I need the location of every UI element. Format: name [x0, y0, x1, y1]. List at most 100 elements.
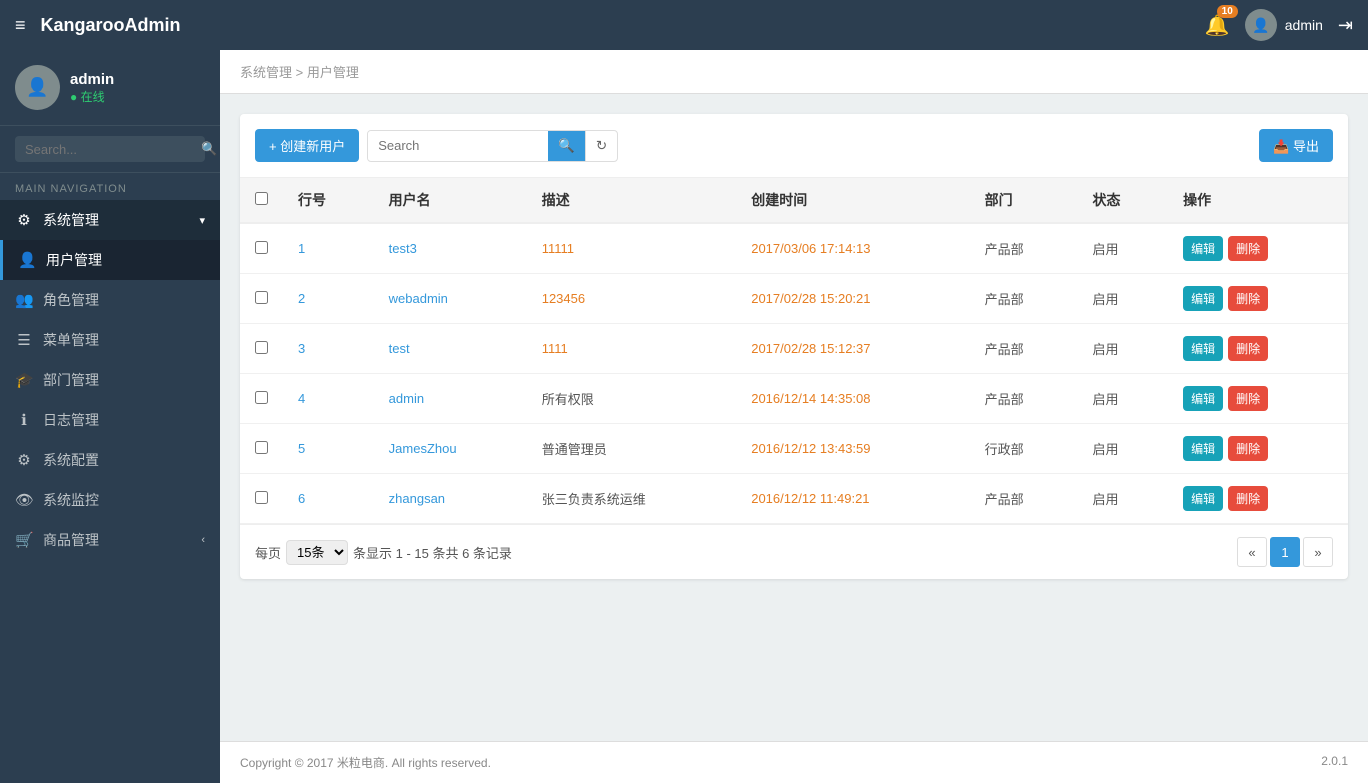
sidebar-item-label-role: 角色管理: [43, 290, 205, 310]
config-icon: ⚙: [15, 451, 33, 469]
col-status: 状态: [1077, 178, 1168, 223]
row-actions: 编辑 删除: [1168, 424, 1348, 474]
role-icon: 👥: [15, 291, 33, 309]
row-status: 启用: [1077, 324, 1168, 374]
row-id-link[interactable]: 1: [298, 241, 305, 256]
row-checkbox[interactable]: [255, 491, 268, 504]
row-checkbox[interactable]: [255, 441, 268, 454]
pagination-left: 每页 15条 30条 50条 条显示 1 - 15 条共 6 条记录: [255, 540, 512, 565]
row-id-link[interactable]: 6: [298, 491, 305, 506]
row-checkbox[interactable]: [255, 241, 268, 254]
row-created: 2017/03/06 17:14:13: [736, 223, 969, 274]
sidebar-item-log[interactable]: ℹ 日志管理: [0, 400, 220, 440]
username-link[interactable]: test: [389, 341, 410, 356]
delete-button[interactable]: 删除: [1228, 236, 1268, 261]
row-dept: 产品部: [970, 374, 1078, 424]
row-id-link[interactable]: 5: [298, 441, 305, 456]
sidebar-item-system[interactable]: ⚙ 系统管理 ▾: [0, 200, 220, 240]
footer: Copyright © 2017 米粒电商. All rights reserv…: [220, 741, 1368, 783]
row-username: webadmin: [374, 274, 527, 324]
delete-button[interactable]: 删除: [1228, 336, 1268, 361]
row-checkbox[interactable]: [255, 341, 268, 354]
sidebar-item-menu[interactable]: ☰ 菜单管理: [0, 320, 220, 360]
row-actions: 编辑 删除: [1168, 474, 1348, 524]
main-content: 系统管理 > 用户管理 + 创建新用户 🔍 ↻: [220, 50, 1368, 783]
row-id-link[interactable]: 2: [298, 291, 305, 306]
sidebar-item-role[interactable]: 👥 角色管理: [0, 280, 220, 320]
row-id-link[interactable]: 3: [298, 341, 305, 356]
user-icon: 👤: [18, 251, 36, 269]
row-id: 3: [283, 324, 374, 374]
search-input[interactable]: [368, 131, 548, 160]
nav-label: MAIN NAVIGATION: [0, 173, 220, 200]
sidebar-item-user[interactable]: 👤 用户管理: [0, 240, 220, 280]
sidebar-item-label-monitor: 系统监控: [43, 490, 205, 510]
table-row: 1 test3 11111 2017/03/06 17:14:13 产品部 启用…: [240, 223, 1348, 274]
create-user-button[interactable]: + 创建新用户: [255, 129, 359, 162]
edit-button[interactable]: 编辑: [1183, 486, 1223, 511]
bell-icon: 🔔: [1205, 15, 1230, 37]
admin-info[interactable]: 👤 admin: [1245, 9, 1323, 41]
sidebar-item-label-goods: 商品管理: [43, 530, 191, 550]
next-page-button[interactable]: »: [1303, 537, 1333, 567]
row-desc: 所有权限: [527, 374, 737, 424]
avatar: 👤: [1245, 9, 1277, 41]
footer-copyright: Copyright © 2017 米粒电商. All rights reserv…: [240, 754, 491, 771]
breadcrumb-parent: 系统管理: [240, 65, 292, 80]
sidebar-status: 在线: [70, 88, 114, 105]
delete-button[interactable]: 删除: [1228, 386, 1268, 411]
sidebar-item-goods[interactable]: 🛒 商品管理 ‹: [0, 520, 220, 560]
row-desc: 123456: [527, 274, 737, 324]
row-created: 2017/02/28 15:20:21: [736, 274, 969, 324]
username-link[interactable]: test3: [389, 241, 417, 256]
hamburger-icon[interactable]: ≡: [15, 15, 26, 36]
edit-button[interactable]: 编辑: [1183, 386, 1223, 411]
chevron-down-icon: ▾: [199, 214, 205, 227]
prev-page-button[interactable]: «: [1237, 537, 1267, 567]
monitor-icon: 👁: [15, 491, 33, 509]
top-header: ≡ KangarooAdmin 🔔 10 👤 admin ⇥: [0, 0, 1368, 50]
delete-button[interactable]: 删除: [1228, 286, 1268, 311]
sidebar-item-monitor[interactable]: 👁 系统监控: [0, 480, 220, 520]
row-dept: 产品部: [970, 474, 1078, 524]
edit-button[interactable]: 编辑: [1183, 286, 1223, 311]
export-button[interactable]: 📥 导出: [1259, 129, 1333, 162]
search-button[interactable]: 🔍: [548, 131, 585, 161]
table-row: 6 zhangsan 张三负责系统运维 2016/12/12 11:49:21 …: [240, 474, 1348, 524]
delete-button[interactable]: 删除: [1228, 436, 1268, 461]
row-created: 2016/12/12 13:43:59: [736, 424, 969, 474]
row-id-link[interactable]: 4: [298, 391, 305, 406]
username-link[interactable]: admin: [389, 391, 424, 406]
notification-button[interactable]: 🔔 10: [1205, 13, 1230, 38]
col-desc: 描述: [527, 178, 737, 223]
row-checkbox[interactable]: [255, 391, 268, 404]
row-checkbox[interactable]: [255, 291, 268, 304]
col-id: 行号: [283, 178, 374, 223]
footer-version: 2.0.1: [1321, 754, 1348, 771]
table-row: 5 JamesZhou 普通管理员 2016/12/12 13:43:59 行政…: [240, 424, 1348, 474]
sidebar-item-label-system: 系统管理: [43, 210, 189, 230]
username-link[interactable]: webadmin: [389, 291, 448, 306]
users-table: 行号 用户名 描述 创建时间 部门 状态 操作 1 test3 11111 2: [240, 178, 1348, 524]
sidebar-item-label-user: 用户管理: [46, 250, 205, 270]
sidebar-username: admin: [70, 71, 114, 88]
username-link[interactable]: JamesZhou: [389, 441, 457, 456]
col-created: 创建时间: [736, 178, 969, 223]
username-link[interactable]: zhangsan: [389, 491, 445, 506]
edit-button[interactable]: 编辑: [1183, 336, 1223, 361]
edit-button[interactable]: 编辑: [1183, 236, 1223, 261]
row-dept: 行政部: [970, 424, 1078, 474]
menu-icon: ☰: [15, 331, 33, 349]
sidebar-search-input[interactable]: [25, 142, 201, 157]
sidebar-item-config[interactable]: ⚙ 系统配置: [0, 440, 220, 480]
main-card: + 创建新用户 🔍 ↻ 📥 导出: [240, 114, 1348, 579]
row-id: 1: [283, 223, 374, 274]
select-all-checkbox[interactable]: [255, 192, 268, 205]
delete-button[interactable]: 删除: [1228, 486, 1268, 511]
page-size-select[interactable]: 15条 30条 50条: [286, 540, 348, 565]
logout-button[interactable]: ⇥: [1338, 15, 1353, 36]
sidebar-item-dept[interactable]: 🎓 部门管理: [0, 360, 220, 400]
page-1-button[interactable]: 1: [1270, 537, 1300, 567]
edit-button[interactable]: 编辑: [1183, 436, 1223, 461]
refresh-button[interactable]: ↻: [585, 131, 617, 161]
